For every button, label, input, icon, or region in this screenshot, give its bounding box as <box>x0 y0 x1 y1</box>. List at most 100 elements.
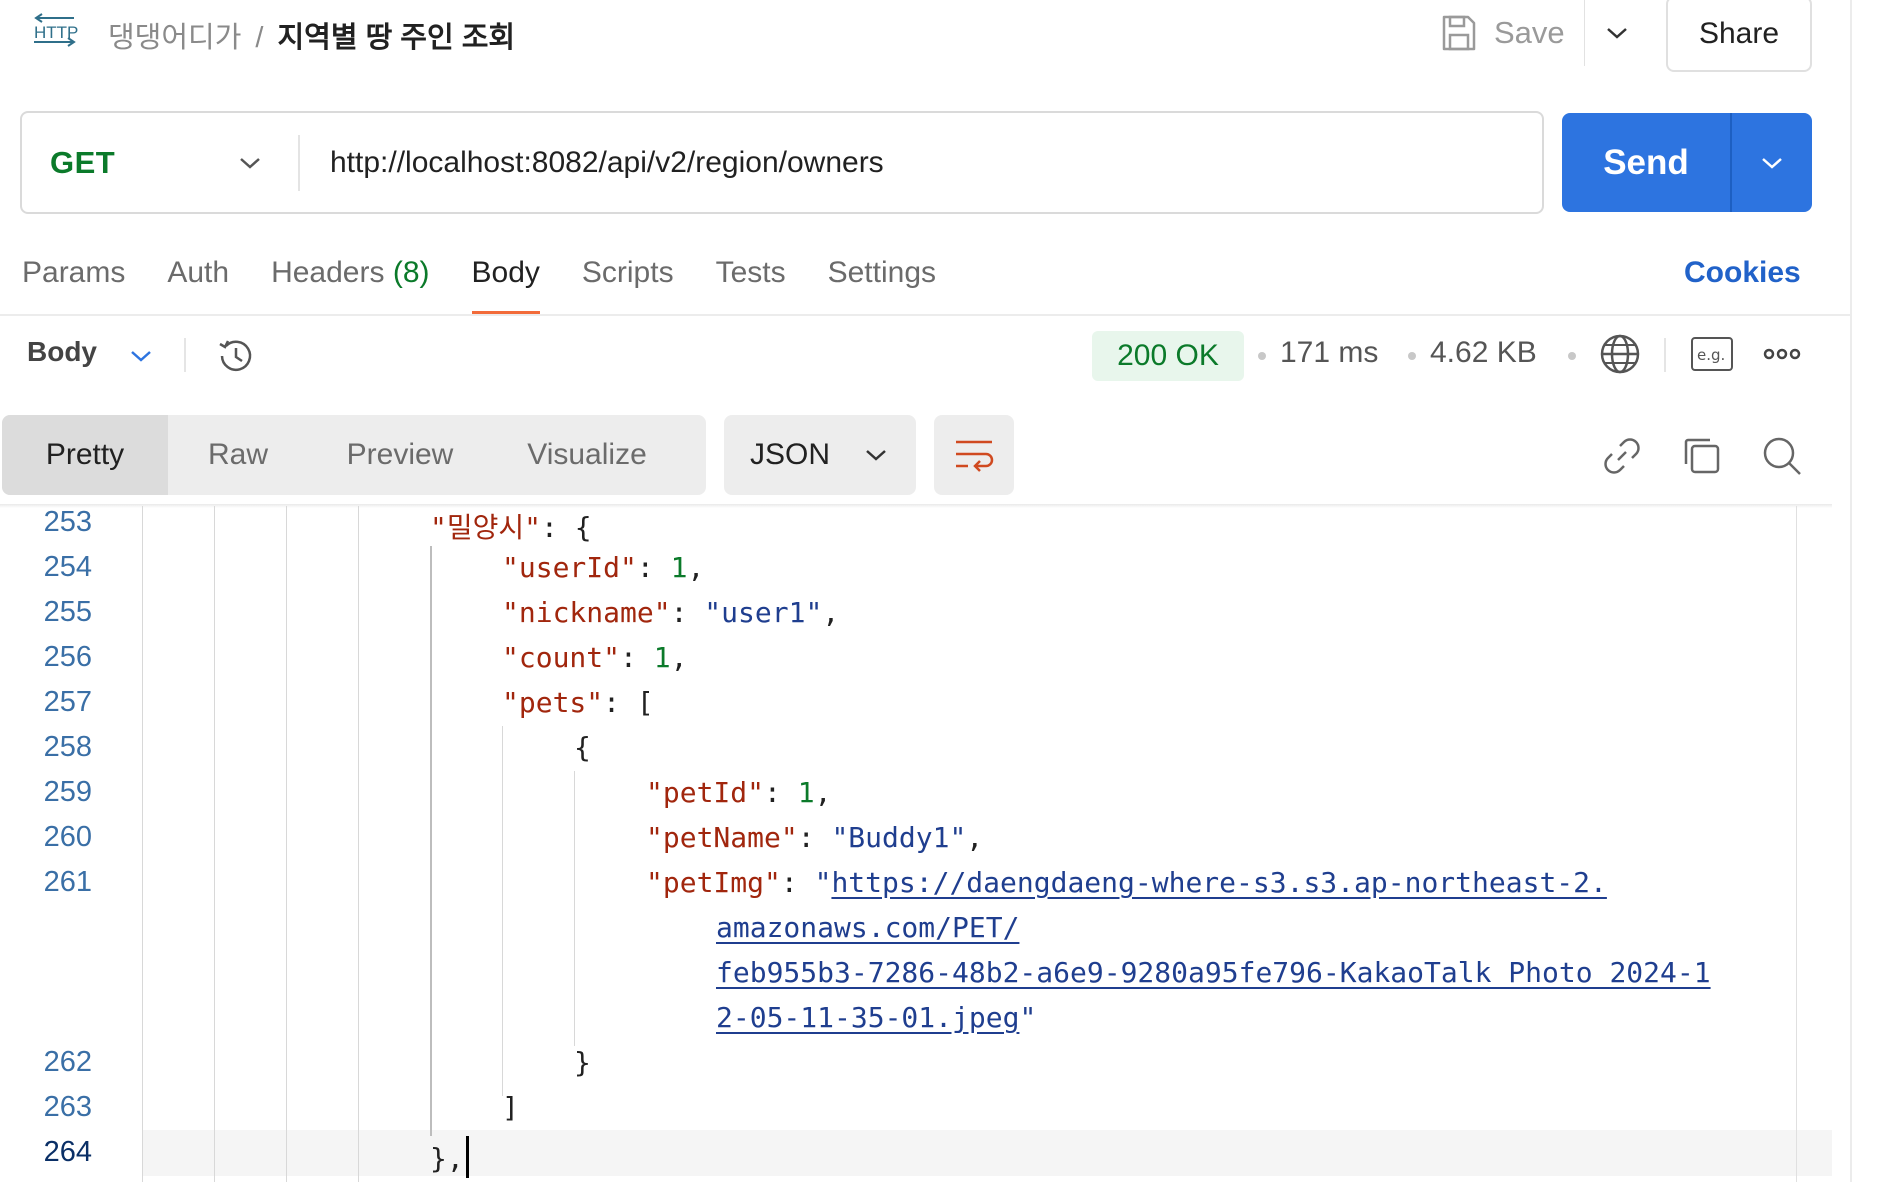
share-button[interactable]: Share <box>1666 0 1812 72</box>
json-key: "userId" <box>502 551 637 584</box>
json-key: "petImg" <box>646 866 781 899</box>
json-number: 1 <box>670 551 688 584</box>
json-string: "Buddy1" <box>831 821 967 854</box>
save-label: Save <box>1494 15 1565 50</box>
headers-count-badge: (8) <box>392 256 430 289</box>
chevron-down-icon <box>1606 28 1627 39</box>
example-icon-text: e.g. <box>1697 346 1725 364</box>
line-number: 256 <box>43 641 92 673</box>
history-icon[interactable] <box>214 334 258 378</box>
tab-pretty[interactable]: Pretty <box>2 415 168 495</box>
send-button[interactable]: Send <box>1562 113 1730 212</box>
line-number: 259 <box>43 776 92 808</box>
globe-icon[interactable] <box>1598 332 1642 376</box>
link-icon[interactable] <box>1600 434 1644 478</box>
tab-settings[interactable]: Settings <box>828 248 936 314</box>
save-options-button[interactable] <box>1584 0 1648 66</box>
line-number: 263 <box>43 1091 92 1123</box>
pet-image-link[interactable]: https://daengdaeng-where-s3.s3.ap-northe… <box>831 866 1606 899</box>
wrap-lines-button[interactable] <box>934 415 1014 495</box>
line-number: 262 <box>43 1046 92 1078</box>
search-icon[interactable] <box>1760 434 1804 478</box>
code-line: "petId": 1, <box>646 776 832 809</box>
line-number: 254 <box>43 551 92 583</box>
indent-guide <box>214 506 215 1182</box>
tab-headers[interactable]: Headers (8) <box>271 248 429 314</box>
text-cursor <box>465 1136 469 1178</box>
tab-auth[interactable]: Auth <box>167 248 229 314</box>
send-button-group: Send <box>1562 113 1812 212</box>
code-line: { <box>574 731 591 764</box>
response-code-editor[interactable]: 253 254 255 256 257 258 259 260 261 262 … <box>0 506 1832 1182</box>
pet-image-link[interactable]: feb955b3-7286-48b2-a6e9-9280a95fe796-Kak… <box>716 956 1711 989</box>
code-line: "밀양시": { <box>430 511 592 544</box>
copy-icon[interactable] <box>1680 434 1724 478</box>
response-view-tabs: Pretty Raw Preview Visualize <box>2 415 706 495</box>
breadcrumb-separator: / <box>255 22 264 54</box>
request-name[interactable]: 지역별 땅 주인 조회 <box>277 22 515 54</box>
right-panel-divider <box>1850 0 1852 1182</box>
pet-image-link[interactable]: amazonaws.com/PET/ <box>716 911 1019 944</box>
json-number: 1 <box>653 641 671 674</box>
code-line-wrapped: feb955b3-7286-48b2-a6e9-9280a95fe796-Kak… <box>716 956 1711 989</box>
tab-visualize[interactable]: Visualize <box>492 415 682 495</box>
toolbar-separator <box>184 338 186 372</box>
json-key: "밀양시" <box>430 511 541 544</box>
wrap-icon <box>956 440 994 472</box>
code-line: "petName": "Buddy1", <box>646 821 984 854</box>
editor-right-guide <box>1796 506 1797 1182</box>
json-key: "petId" <box>646 776 765 809</box>
chevron-down-icon <box>866 450 886 461</box>
tab-body[interactable]: Body <box>471 248 541 314</box>
tabs-divider <box>0 314 1850 316</box>
language-label: JSON <box>750 438 831 471</box>
tab-preview[interactable]: Preview <box>308 415 492 495</box>
tab-tests[interactable]: Tests <box>716 248 786 314</box>
pet-image-link[interactable]: 2-05-11-35-01.jpeg <box>716 1001 1019 1034</box>
code-line: "nickname": "user1", <box>502 596 840 629</box>
line-number: 253 <box>43 506 92 538</box>
response-body-label[interactable]: Body <box>27 336 97 368</box>
tab-headers-label: Headers <box>271 256 385 289</box>
save-button[interactable]: Save <box>1440 10 1565 56</box>
json-key: "petName" <box>646 821 798 854</box>
cookies-link[interactable]: Cookies <box>1684 256 1801 290</box>
tab-scripts[interactable]: Scripts <box>582 248 674 314</box>
code-line: "petImg": "https://daengdaeng-where-s3.s… <box>646 866 1607 899</box>
http-icon: HTTP <box>34 13 78 47</box>
language-select[interactable]: JSON <box>724 415 916 495</box>
chevron-down-icon <box>240 158 260 169</box>
tab-params[interactable]: Params <box>22 248 125 314</box>
url-input[interactable]: http://localhost:8082/api/v2/region/owne… <box>330 113 884 212</box>
breadcrumb-collection[interactable]: 댕댕어디가 <box>108 22 241 54</box>
current-line-highlight <box>142 1130 1832 1176</box>
save-icon <box>1442 15 1476 51</box>
indent-guide <box>430 546 432 1136</box>
tab-raw[interactable]: Raw <box>168 415 308 495</box>
meta-dot <box>1568 352 1576 360</box>
line-number: 257 <box>43 686 92 718</box>
status-badge[interactable]: 200 OK <box>1092 331 1244 381</box>
line-number: 255 <box>43 596 92 628</box>
indent-guide <box>502 726 503 1096</box>
send-options-button[interactable] <box>1732 113 1812 212</box>
line-number-current: 264 <box>43 1136 92 1168</box>
request-header: HTTP 댕댕어디가 / 지역별 땅 주인 조회 Save Share <box>0 0 1850 72</box>
response-size[interactable]: 4.62 KB <box>1430 336 1537 370</box>
example-icon[interactable]: e.g. <box>1690 336 1734 372</box>
meta-dot <box>1258 352 1266 360</box>
method-dropdown[interactable] <box>228 141 272 185</box>
code-line-current: }, <box>430 1136 469 1178</box>
response-time[interactable]: 171 ms <box>1280 336 1378 370</box>
code-line: ] <box>502 1091 519 1124</box>
json-number: 1 <box>797 776 815 809</box>
indent-guide <box>358 506 359 1182</box>
response-body-dropdown[interactable] <box>124 336 158 376</box>
indent-guide <box>574 771 575 1046</box>
url-bar: GET http://localhost:8082/api/v2/region/… <box>20 111 1544 214</box>
more-icon[interactable] <box>1762 340 1802 368</box>
method-select[interactable]: GET <box>50 113 115 212</box>
chevron-down-icon <box>1762 157 1782 169</box>
indent-guide <box>286 506 287 1182</box>
line-number-gutter: 253 254 255 256 257 258 259 260 261 262 … <box>0 506 136 1182</box>
